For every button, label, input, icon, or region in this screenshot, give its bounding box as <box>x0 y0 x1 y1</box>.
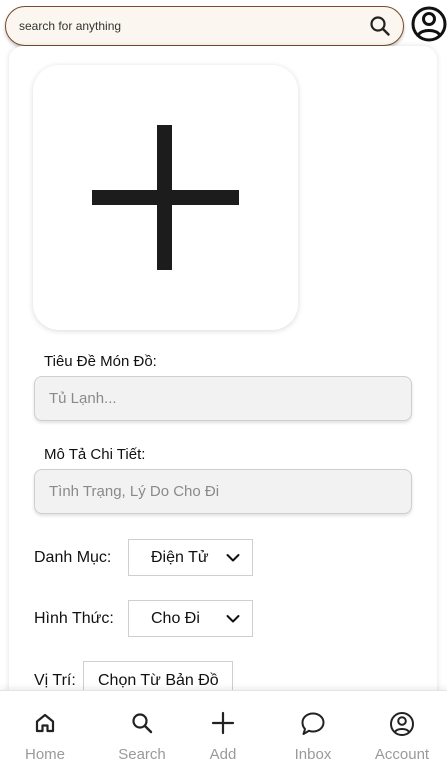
search-input[interactable] <box>19 7 359 44</box>
search-icon <box>132 713 153 734</box>
chat-bubble-icon <box>301 712 325 735</box>
method-label: Hình Thức: <box>34 610 114 627</box>
plus-icon <box>211 711 235 735</box>
plus-icon <box>92 125 239 270</box>
nav-account-label: Account <box>374 746 430 763</box>
nav-add[interactable]: Add <box>178 691 268 775</box>
title-label: Tiêu Đề Món Đồ: <box>44 353 157 370</box>
bottom-nav: Home Search Add Inbox Account <box>0 690 447 775</box>
account-avatar-button[interactable] <box>410 4 447 44</box>
nav-home[interactable]: Home <box>0 691 90 775</box>
category-label: Danh Mục: <box>34 549 112 566</box>
category-selected-value: Điện Tử <box>151 549 209 566</box>
description-label: Mô Tả Chi Tiết: <box>44 446 146 463</box>
chevron-down-icon <box>226 615 240 623</box>
description-input[interactable] <box>34 469 412 514</box>
method-select[interactable]: Cho Đi <box>128 600 253 637</box>
chevron-down-icon <box>226 554 240 562</box>
user-circle-icon <box>390 712 414 736</box>
user-circle-icon <box>411 6 447 42</box>
search-button[interactable] <box>368 14 392 38</box>
search-bar <box>5 6 404 46</box>
nav-inbox-label: Inbox <box>294 746 332 763</box>
image-upload-button[interactable] <box>33 65 298 330</box>
nav-search[interactable]: Search <box>97 691 187 775</box>
nav-add-label: Add <box>209 746 237 763</box>
nav-search-label: Search <box>118 746 166 763</box>
nav-inbox[interactable]: Inbox <box>268 691 358 775</box>
nav-home-label: Home <box>24 746 65 763</box>
category-select[interactable]: Điện Tử <box>128 539 253 576</box>
home-icon <box>35 713 55 733</box>
method-selected-value: Cho Đi <box>151 610 200 627</box>
search-icon <box>370 16 390 36</box>
title-input[interactable] <box>34 376 412 421</box>
nav-account[interactable]: Account <box>357 691 447 775</box>
choose-from-map-label: Chọn Từ Bản Đồ <box>98 672 219 689</box>
location-label: Vị Trí: <box>34 672 76 689</box>
